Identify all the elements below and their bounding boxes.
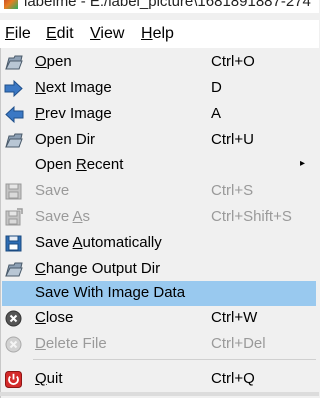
menu-item-quit[interactable]: Quit Ctrl+Q xyxy=(1,367,320,392)
menu-item-next-image[interactable]: Next Image D xyxy=(1,76,320,101)
file-menu-dropdown: Open Ctrl+O Next Image D Prev Image A Op… xyxy=(0,48,320,398)
menu-item-shortcut: Ctrl+W xyxy=(211,309,258,326)
window-background-strip xyxy=(0,392,319,396)
menu-item-open-recent[interactable]: Open Recent ▸ xyxy=(1,153,320,178)
menu-help[interactable]: Help xyxy=(141,25,174,43)
menu-item-change-output-dir[interactable]: Change Output Dir xyxy=(1,257,320,282)
menu-item-open-dir[interactable]: Open Dir Ctrl+U xyxy=(1,128,320,153)
menu-item-label: Open Dir xyxy=(35,131,96,148)
arrow-left-icon xyxy=(4,105,24,124)
menu-item-label: Save xyxy=(35,182,70,199)
menu-item-shortcut: D xyxy=(211,79,222,96)
menu-item-shortcut: Ctrl+S xyxy=(211,182,254,199)
menu-edit[interactable]: Edit xyxy=(46,25,74,43)
menu-item-shortcut: Ctrl+Q xyxy=(211,370,255,387)
menu-item-shortcut: Ctrl+Shift+S xyxy=(211,208,292,225)
menu-separator xyxy=(33,359,316,360)
menu-item-save-with-image-data[interactable]: Save With Image Data xyxy=(2,281,316,306)
menu-item-label: Close xyxy=(35,309,74,326)
submenu-arrow-icon: ▸ xyxy=(300,158,306,169)
menu-view[interactable]: View xyxy=(90,25,124,43)
window-title: labelme - E:/label_picture\1681891887-27… xyxy=(24,0,311,10)
floppy-disk-icon xyxy=(4,182,24,201)
menu-item-save-as[interactable]: Save As Ctrl+Shift+S xyxy=(1,205,320,230)
floppy-disk-as-icon xyxy=(4,208,24,227)
folder-open-icon xyxy=(4,53,24,72)
menu-item-shortcut: Ctrl+O xyxy=(211,53,255,70)
folder-open-icon xyxy=(4,131,24,150)
menu-item-delete-file[interactable]: Delete File Ctrl+Del xyxy=(1,332,320,357)
close-circle-icon xyxy=(4,335,24,354)
menu-item-save-automatically[interactable]: Save Automatically xyxy=(1,231,320,256)
floppy-disk-icon xyxy=(4,234,24,253)
menu-item-label: Open xyxy=(35,53,72,70)
close-circle-icon xyxy=(4,309,24,328)
title-bar: labelme - E:/label_picture\1681891887-27… xyxy=(0,0,319,13)
menu-item-label: Save With Image Data xyxy=(35,284,186,301)
menu-file[interactable]: File xyxy=(5,25,31,43)
menu-item-close[interactable]: Close Ctrl+W xyxy=(1,306,320,331)
folder-open-icon xyxy=(4,260,24,279)
menu-item-save[interactable]: Save Ctrl+S xyxy=(1,179,320,204)
menu-bar: File Edit View Help xyxy=(0,20,319,48)
menu-item-label: Change Output Dir xyxy=(35,260,161,277)
menu-item-shortcut: Ctrl+Del xyxy=(211,335,266,352)
menu-item-shortcut: Ctrl+U xyxy=(211,131,254,148)
menu-item-label: Open Recent xyxy=(35,156,124,173)
menu-item-label: Save As xyxy=(35,208,91,225)
menu-item-label: Quit xyxy=(35,370,63,387)
menu-item-label: Delete File xyxy=(35,335,107,352)
menu-item-label: Next Image xyxy=(35,79,112,96)
menu-item-shortcut: A xyxy=(211,105,222,122)
menu-item-label: Save Automatically xyxy=(35,234,162,251)
menu-item-open[interactable]: Open Ctrl+O xyxy=(1,50,320,75)
menu-item-prev-image[interactable]: Prev Image A xyxy=(1,102,320,127)
menu-item-label: Prev Image xyxy=(35,105,112,122)
power-icon xyxy=(4,370,24,389)
labelme-app-icon xyxy=(4,0,18,9)
arrow-right-icon xyxy=(4,79,24,98)
